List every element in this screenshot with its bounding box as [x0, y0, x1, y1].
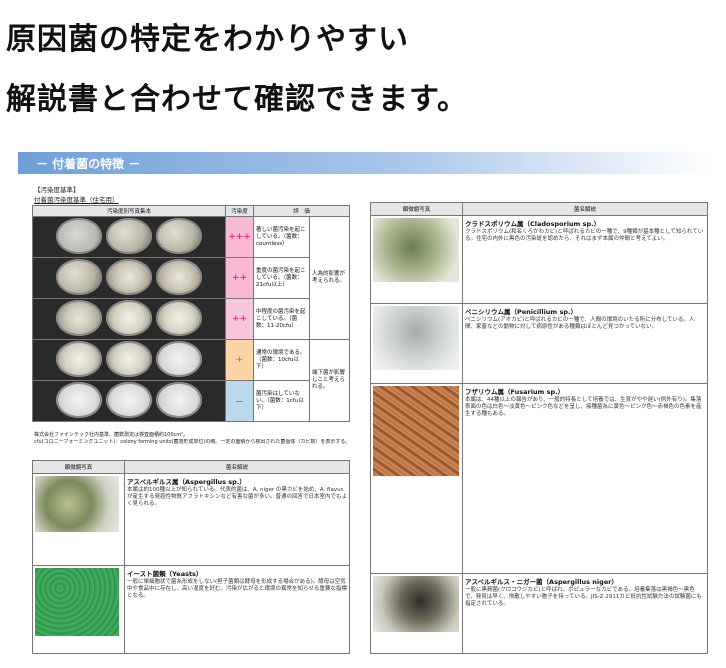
grade-badge: ++ — [225, 257, 254, 299]
photo-cell — [370, 303, 463, 384]
description-cell: クラドスポリウム属（Cladosporium sp.） クラドスポリウム(和名く… — [462, 215, 708, 304]
fungi-table-right: 顕微鏡写真 菌名解説 クラドスポリウム属（Cladosporium sp.） ク… — [370, 202, 708, 654]
fungi-list-right: 顕微鏡写真 菌名解説 クラドスポリウム属（Cladosporium sp.） ク… — [370, 202, 710, 657]
photo-cell — [32, 565, 125, 654]
grade-description: 通常の環境である。（菌数：10cfu以下） — [253, 339, 310, 381]
description-cell: アスペルギルス・ニガー菌（Aspergillus niger） 一般に黒麹菌(ク… — [462, 573, 708, 654]
penicillium-photo — [373, 306, 459, 370]
cladosporium-photo — [373, 218, 459, 282]
table-row: アスペルギルス・ニガー菌（Aspergillus niger） 一般に黒麹菌(ク… — [370, 573, 708, 654]
description-cell: アスペルギルス属（Aspergillus sp.） 本属は約100種以上が知られ… — [124, 473, 350, 566]
table-row: － 菌汚染はしていない。（菌数：1cfu以下） — [32, 380, 350, 422]
fungus-text: 一般に単細胞状で菌糸形成をしない(担子菌類は酵母を形成する場合がある)。酵母は空… — [127, 579, 347, 599]
fungus-name: アスペルギルス属（Aspergillus sp.） — [127, 478, 246, 486]
standards-subheading: 付着菌汚染度基準（住宅用） — [34, 196, 119, 204]
photo-cell — [370, 383, 463, 574]
dish-photos — [32, 380, 226, 422]
table-row: アスペルギルス属（Aspergillus sp.） 本属は約100種以上が知られ… — [32, 473, 350, 566]
table-row: + 通常の環境である。（菌数：10cfu以下） 端下菌が影響しこと考えられる。 — [32, 339, 350, 422]
photo-cell — [370, 573, 463, 654]
fungus-text: 本属は、44種以上の報告があり、一般的特長として培養では、生育がやや遅い(例外有… — [465, 397, 702, 417]
fungus-name: アスペルギルス・ニガー菌（Aspergillus niger） — [465, 578, 618, 586]
grade-description: 菌汚染はしていない。（菌数：1cfu以下） — [253, 380, 310, 422]
petri-dish — [56, 218, 102, 254]
grade-description: 著しい菌汚染を起こしている。（菌数：countless） — [253, 216, 310, 258]
petri-dish — [106, 259, 152, 295]
petri-dish — [106, 218, 152, 254]
dish-photos — [32, 339, 226, 381]
photo-cell — [370, 215, 463, 304]
col-photos: 汚染度別写真集本 — [32, 205, 226, 217]
fungus-name: イースト菌類（Yeasts） — [127, 570, 203, 578]
petri-dish — [156, 382, 202, 418]
petri-dish — [56, 341, 102, 377]
dish-photos — [32, 257, 226, 299]
table-row: ++ 重度の菌汚染を起こしている。（菌数：21cfu以上） — [32, 257, 350, 299]
petri-dish — [56, 259, 102, 295]
col-grade: 汚染度 — [225, 205, 254, 217]
petri-dish — [156, 259, 202, 295]
fungus-name: ペニシリウム属（Penicillium sp.） — [465, 308, 577, 316]
photo-cell — [32, 473, 125, 566]
standards-heading: 【汚染度基準】 — [34, 186, 80, 194]
section-title: － 付着菌の特徴 － — [36, 157, 141, 171]
fungi-table-left: 顕微鏡写真 菌名解説 アスペルギルス属（Aspergillus sp.） 本属は… — [32, 460, 350, 654]
petri-dish — [156, 341, 202, 377]
table-row: ペニシリウム属（Penicillium sp.） ペニシリウム(アオカビ)と呼ば… — [370, 303, 708, 384]
fungus-text: 本属は約100種以上が知られている。代表的菌は、A. niger の黒カビを始め… — [127, 487, 348, 507]
table-row: ++ 中程度の菌汚染を起こしている。（菌数：11-20cfu） — [32, 298, 350, 340]
table-row: イースト菌類（Yeasts） 一般に単細胞状で菌糸形成をしない(担子菌類は酵母を… — [32, 565, 350, 654]
col-evaluation: 評 価 — [253, 205, 350, 217]
grade-description: 重度の菌汚染を起こしている。（菌数：21cfu以上） — [253, 257, 310, 299]
fungus-text: ペニシリウム(アオカビ)と呼ばれるカビの一種で、人間の環境のいたる所に分布してい… — [465, 317, 695, 330]
col-description: 菌名解説 — [462, 202, 708, 216]
description-cell: イースト菌類（Yeasts） 一般に単細胞状で菌糸形成をしない(担子菌類は酵母を… — [124, 565, 350, 654]
dish-photos — [32, 216, 226, 258]
col-microscope-photo: 顕微鏡写真 — [32, 460, 125, 474]
petri-dish — [106, 382, 152, 418]
dish-photos — [32, 298, 226, 340]
grade-description: 中程度の菌汚染を起こしている。（菌数：11-20cfu） — [253, 298, 310, 340]
standards-footer-1: 株式会社ファインテック社内基準。菌数測定は検査面積約100cm²。 — [34, 432, 189, 438]
table-row: クラドスポリウム属（Cladosporium sp.） クラドスポリウム(和名く… — [370, 215, 708, 304]
contamination-standards: 【汚染度基準】 付着菌汚染度基準（住宅用） 汚染度別写真集本 汚染度 評 価 +… — [30, 180, 360, 450]
yeast-photo — [35, 568, 119, 636]
grade-badge: +++ — [225, 216, 254, 258]
fungus-name: フザリウム属（Fusarium sp.） — [465, 388, 565, 396]
grade-note: 端下菌が影響しこと考えられる。 — [309, 339, 350, 422]
section-title-bar: － 付着菌の特徴 － — [18, 152, 710, 174]
standards-table: 汚染度別写真集本 汚染度 評 価 +++ 著しい菌汚染を起こしている。（菌数：c… — [32, 205, 350, 422]
petri-dish — [56, 300, 102, 336]
petri-dish — [156, 300, 202, 336]
description-cell: ペニシリウム属（Penicillium sp.） ペニシリウム(アオカビ)と呼ば… — [462, 303, 708, 384]
petri-dish — [106, 341, 152, 377]
petri-dish — [156, 218, 202, 254]
headline-line-1: 原因菌の特定をわかりやすい — [6, 22, 409, 57]
fungus-text: クラドスポリウム(和名くろかわカビ)と呼ばれるカビの一種で、9種類が基本種として… — [465, 229, 704, 242]
aspergillus-niger-photo — [373, 576, 459, 632]
table-row: +++ 著しい菌汚染を起こしている。（菌数：countless） 人為的影響が考… — [32, 216, 350, 340]
fungus-name: クラドスポリウム属（Cladosporium sp.） — [465, 220, 601, 228]
standards-footer-2: cfu(コロニーフォーミングユニット)：colony forming units… — [34, 439, 351, 445]
headline-line-2: 解説書と合わせて確認できます。 — [6, 82, 468, 117]
description-cell: フザリウム属（Fusarium sp.） 本属は、44種以上の報告があり、一般的… — [462, 383, 708, 574]
petri-dish — [56, 382, 102, 418]
col-microscope-photo: 顕微鏡写真 — [370, 202, 463, 216]
grade-note: 人為的影響が考えられる。 — [309, 216, 350, 340]
table-row: フザリウム属（Fusarium sp.） 本属は、44種以上の報告があり、一般的… — [370, 383, 708, 574]
grade-badge: ++ — [225, 298, 254, 340]
col-description: 菌名解説 — [124, 460, 350, 474]
petri-dish — [106, 300, 152, 336]
grade-badge: － — [225, 380, 254, 422]
fusarium-photo — [373, 386, 459, 476]
aspergillus-photo — [35, 476, 119, 532]
grade-badge: + — [225, 339, 254, 381]
fungi-list-left: 顕微鏡写真 菌名解説 アスペルギルス属（Aspergillus sp.） 本属は… — [30, 450, 360, 655]
fungus-text: 一般に黒麹菌(クロコウジカビ)と呼ばれ、ポピュラーなカビである。培養集落は黒褐色… — [465, 587, 702, 607]
